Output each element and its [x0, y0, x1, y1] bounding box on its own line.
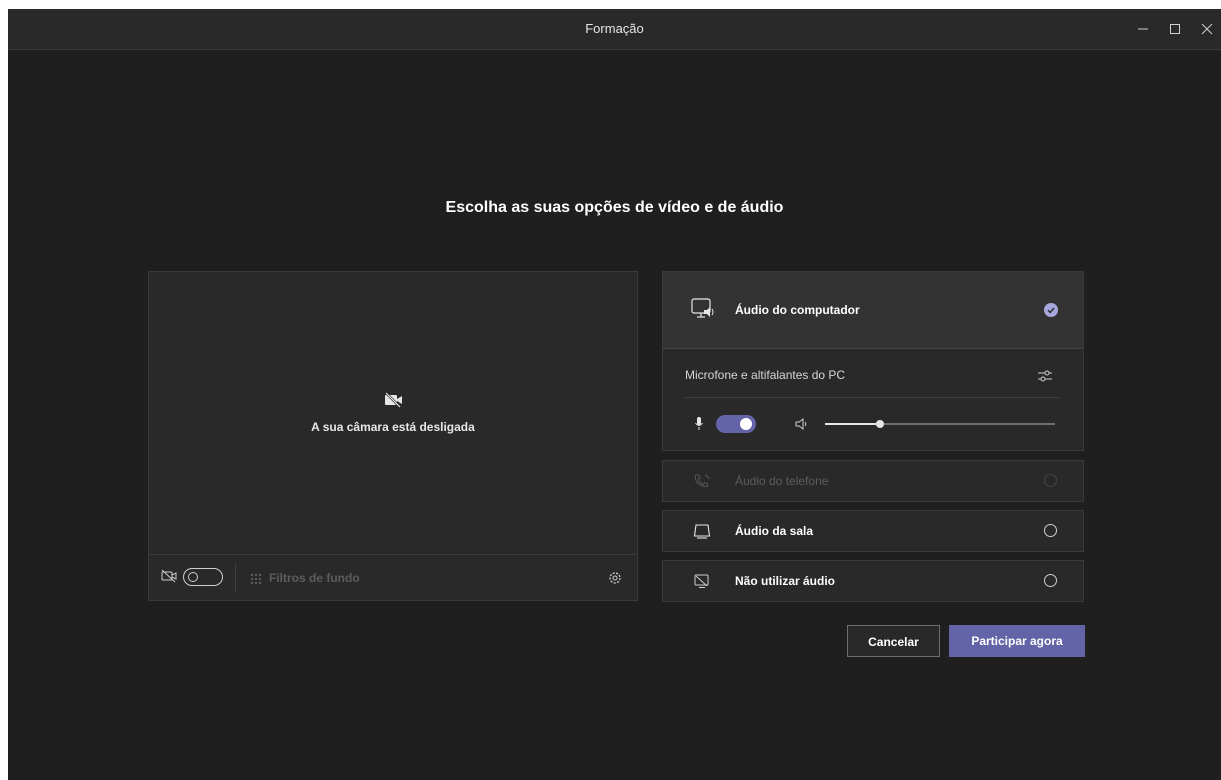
maximize-button[interactable]: [1161, 15, 1189, 43]
microphone-toggle-knob: [740, 418, 752, 430]
audio-off-icon: [694, 574, 709, 588]
room-device-icon: [693, 524, 711, 539]
computer-audio-option[interactable]: Áudio do computador: [663, 272, 1083, 349]
microphone-toggle[interactable]: [716, 415, 756, 433]
camera-toggle-knob: [188, 572, 198, 582]
camera-toggle[interactable]: [183, 568, 223, 586]
phone-audio-option[interactable]: Áudio do telefone: [662, 460, 1084, 502]
microphone-icon: [695, 417, 703, 430]
maximize-icon: [1170, 24, 1180, 34]
room-audio-label: Áudio da sala: [735, 524, 814, 538]
device-settings-icon[interactable]: [1037, 369, 1053, 383]
selected-check-icon: [1044, 303, 1058, 317]
volume-fill: [825, 423, 881, 425]
speaker-icon: [795, 418, 807, 430]
camera-off-message: A sua câmara está desligada: [311, 420, 475, 434]
title-bar: Formação: [8, 9, 1221, 50]
background-filters-label: Filtros de fundo: [269, 571, 360, 585]
video-controls-bar: Filtros de fundo: [149, 554, 637, 601]
close-icon: [1201, 23, 1213, 35]
audio-device-label: Microfone e altifalantes do PC: [685, 368, 846, 382]
computer-audio-icon: [691, 298, 714, 318]
no-audio-label: Não utilizar áudio: [735, 574, 836, 588]
no-audio-option[interactable]: Não utilizar áudio: [662, 560, 1084, 602]
window-title: Formação: [585, 21, 644, 36]
join-now-button[interactable]: Participar agora: [949, 625, 1085, 657]
room-audio-option[interactable]: Áudio da sala: [662, 510, 1084, 552]
room-audio-radio[interactable]: [1044, 524, 1057, 537]
device-divider: [685, 397, 1059, 398]
minimize-icon: [1138, 28, 1148, 30]
volume-thumb[interactable]: [876, 420, 885, 428]
page-heading: Escolha as suas opções de vídeo e de áud…: [445, 199, 784, 216]
no-audio-radio[interactable]: [1044, 574, 1057, 587]
phone-audio-radio[interactable]: [1044, 474, 1057, 487]
background-filters-icon: [250, 573, 262, 585]
meeting-prejoin-window: Formação Escolha as suas opções de vídeo…: [8, 9, 1221, 780]
camera-icon: [161, 569, 177, 583]
computer-audio-label: Áudio do computador: [735, 303, 860, 317]
close-button[interactable]: [1193, 15, 1221, 43]
minimize-button[interactable]: [1129, 15, 1157, 43]
background-filters-button[interactable]: Filtros de fundo: [249, 555, 360, 601]
computer-audio-panel: Áudio do computador Microfone e altifala…: [662, 271, 1084, 451]
speaker-volume-slider[interactable]: [825, 418, 1055, 430]
device-settings-gear-icon[interactable]: [607, 570, 623, 586]
cancel-button[interactable]: Cancelar: [847, 625, 940, 657]
controls-divider: [235, 563, 236, 593]
camera-off-icon: [385, 392, 402, 408]
video-preview-panel: A sua câmara está desligada Filtros de f…: [148, 271, 638, 601]
phone-audio-label: Áudio do telefone: [735, 474, 829, 488]
phone-icon: [694, 474, 710, 488]
